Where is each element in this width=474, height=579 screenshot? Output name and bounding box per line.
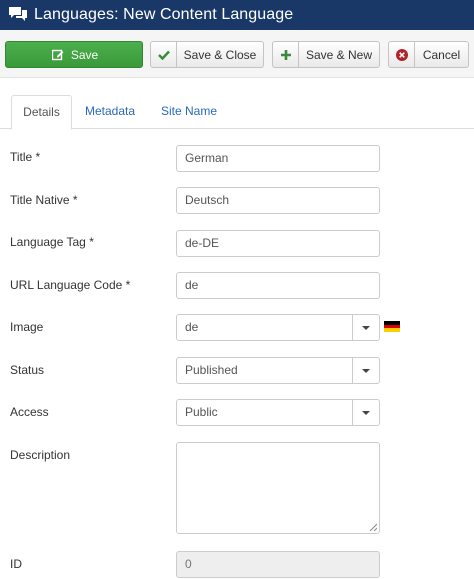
page-title: Languages: New Content Language [34, 6, 294, 23]
status-select-value: Published [185, 363, 238, 377]
comments-icon [9, 7, 27, 21]
access-select[interactable]: Public [176, 399, 380, 426]
save-label: Save [70, 47, 99, 62]
cancel-icon [389, 42, 415, 67]
save-close-button[interactable]: Save & Close [150, 41, 264, 68]
chevron-down-icon[interactable] [352, 315, 379, 340]
id-label: ID [10, 557, 22, 571]
language-tag-input[interactable]: de-DE [176, 230, 380, 257]
tab-site-name[interactable]: Site Name [151, 95, 227, 129]
access-label: Access [10, 405, 49, 419]
image-select-value: de [185, 320, 199, 334]
access-select-value: Public [185, 405, 218, 419]
title-native-label: Title Native * [10, 193, 78, 207]
save-new-button[interactable]: Save & New [272, 41, 380, 68]
description-label: Description [10, 448, 71, 462]
cancel-button[interactable]: Cancel [388, 41, 469, 68]
tab-bar: Details Metadata Site Name [0, 95, 474, 130]
edit-icon [50, 42, 66, 67]
title-label: Title * [10, 150, 41, 164]
description-textarea[interactable] [176, 442, 380, 534]
image-select[interactable]: de [176, 314, 380, 341]
toolbar: Save Save & Close Save & New Cancel [0, 30, 474, 78]
id-field: 0 [176, 551, 380, 578]
status-select[interactable]: Published [176, 357, 380, 384]
save-new-label: Save & New [305, 47, 373, 62]
title-input[interactable]: German [176, 145, 380, 172]
save-button[interactable]: Save [5, 41, 143, 68]
tab-details[interactable]: Details [11, 95, 72, 130]
tab-metadata[interactable]: Metadata [75, 95, 145, 129]
title-native-input[interactable]: Deutsch [176, 187, 380, 214]
save-close-label: Save & Close [183, 47, 257, 62]
status-label: Status [10, 363, 45, 377]
check-icon [151, 42, 177, 67]
chevron-down-icon[interactable] [352, 358, 379, 383]
url-code-label: URL Language Code * [10, 278, 131, 292]
image-label: Image [10, 320, 44, 334]
chevron-down-icon[interactable] [352, 400, 379, 425]
url-code-input[interactable]: de [176, 272, 380, 299]
plus-icon [273, 42, 299, 67]
resize-grip-icon[interactable] [369, 523, 377, 531]
language-tag-label: Language Tag * [10, 235, 94, 249]
german-flag-icon [384, 321, 400, 332]
cancel-label: Cancel [422, 47, 461, 62]
page-header: Languages: New Content Language [0, 0, 474, 30]
